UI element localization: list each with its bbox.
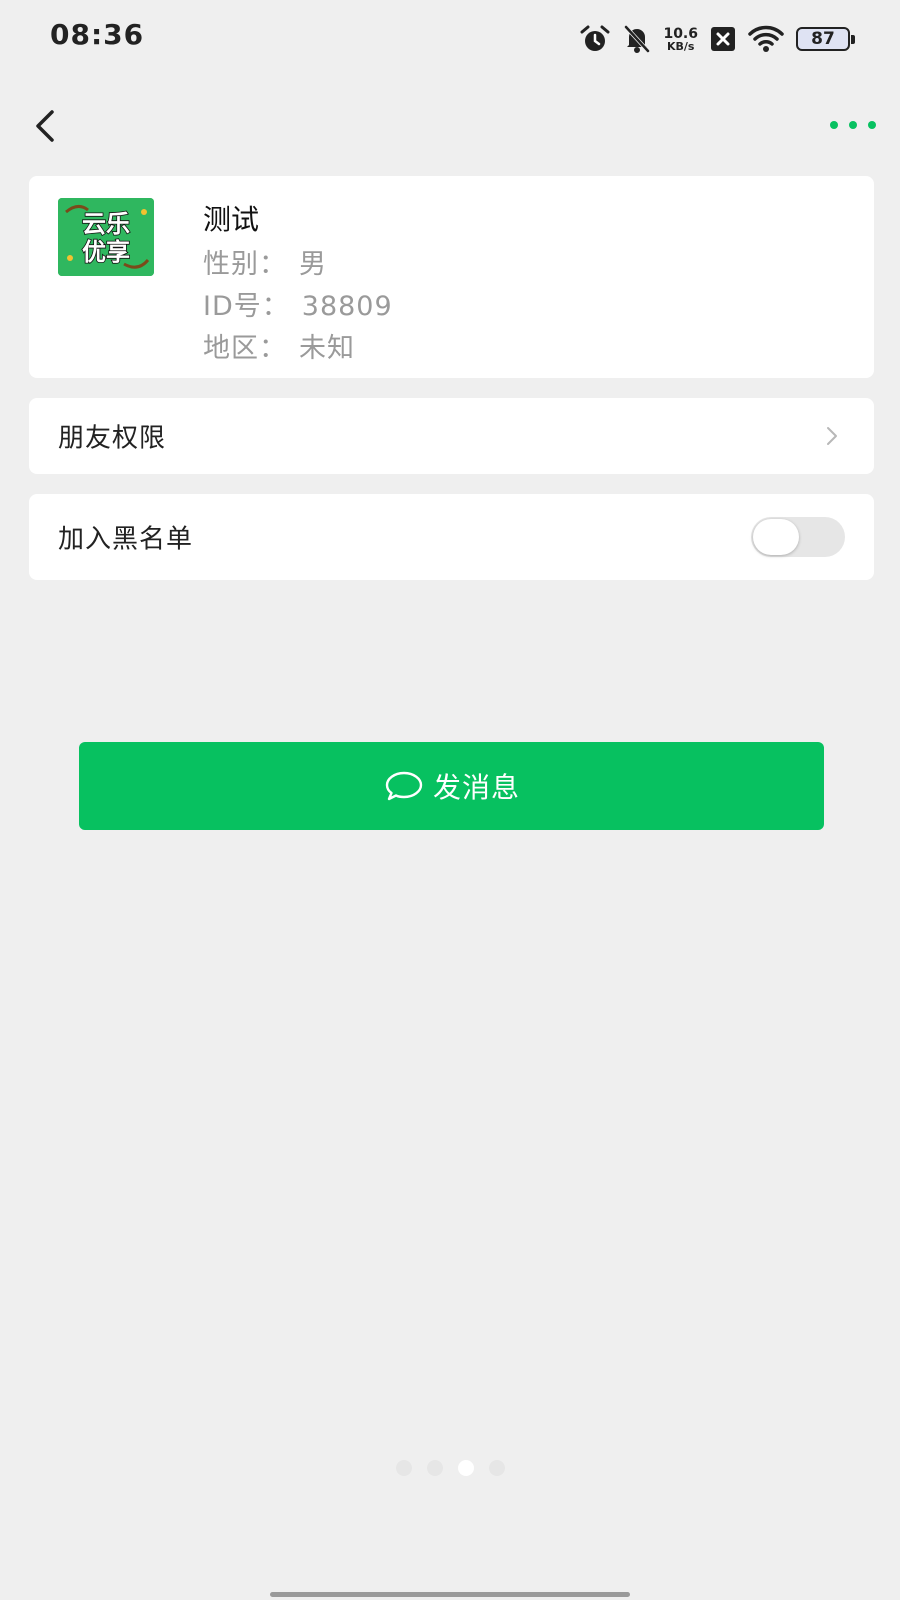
home-indicator[interactable] <box>270 1592 630 1597</box>
mute-bell-icon <box>623 24 651 54</box>
status-bar: 08:36 10.6 KB/s 87 <box>0 0 900 78</box>
page-indicator <box>396 1460 505 1476</box>
page-dot[interactable] <box>489 1460 505 1476</box>
network-speed-unit: KB/s <box>666 39 695 53</box>
avatar[interactable]: 云乐 优享 <box>58 198 154 276</box>
send-message-label: 发消息 <box>432 771 520 804</box>
more-dot <box>849 121 857 129</box>
profile-card: 云乐 优享 测试 性别： 男 ID号： 38809 地区： 未知 <box>29 176 874 378</box>
status-icons: 10.6 KB/s 87 <box>579 22 855 56</box>
blacklist-toggle[interactable] <box>751 517 845 557</box>
avatar-logo: 云乐 优享 <box>58 198 154 276</box>
profile-name: 测试 <box>203 203 260 236</box>
more-dot <box>868 121 876 129</box>
battery-level: 87 <box>811 29 835 49</box>
friend-permission-row[interactable]: 朋友权限 <box>29 398 874 474</box>
wifi-icon <box>748 25 784 53</box>
more-button[interactable] <box>830 110 876 140</box>
avatar-text-1: 云乐 <box>82 210 130 238</box>
blacklist-row: 加入黑名单 <box>29 494 874 580</box>
gender-value: 男 <box>299 249 327 280</box>
network-speed: 10.6 KB/s <box>663 27 698 52</box>
gender-label: 性别： <box>203 249 287 280</box>
toggle-knob <box>753 519 799 555</box>
more-dot <box>830 121 838 129</box>
send-message-button[interactable]: 发消息 <box>79 742 824 830</box>
id-line: ID号： 38809 <box>203 284 393 323</box>
chat-bubble-icon <box>385 771 423 801</box>
page-dot[interactable] <box>396 1460 412 1476</box>
blacklist-label: 加入黑名单 <box>58 524 194 555</box>
back-button[interactable] <box>28 104 68 148</box>
avatar-text-2: 优享 <box>82 238 130 266</box>
status-time: 08:36 <box>50 18 145 51</box>
region-line: 地区： 未知 <box>203 326 355 365</box>
gender-line: 性别： 男 <box>203 242 327 281</box>
friend-permission-label: 朋友权限 <box>58 423 167 454</box>
region-label: 地区： <box>203 333 287 364</box>
chevron-right-icon <box>827 427 837 445</box>
battery-icon: 87 <box>796 27 855 51</box>
network-speed-value: 10.6 <box>663 25 698 42</box>
x-app-icon <box>710 26 736 52</box>
alarm-icon <box>579 24 611 54</box>
id-value: 38809 <box>301 291 393 322</box>
id-label: ID号： <box>203 291 290 322</box>
page-dot-active[interactable] <box>458 1460 474 1476</box>
page-dot[interactable] <box>427 1460 443 1476</box>
region-value: 未知 <box>299 333 355 364</box>
chevron-left-icon <box>36 110 54 142</box>
